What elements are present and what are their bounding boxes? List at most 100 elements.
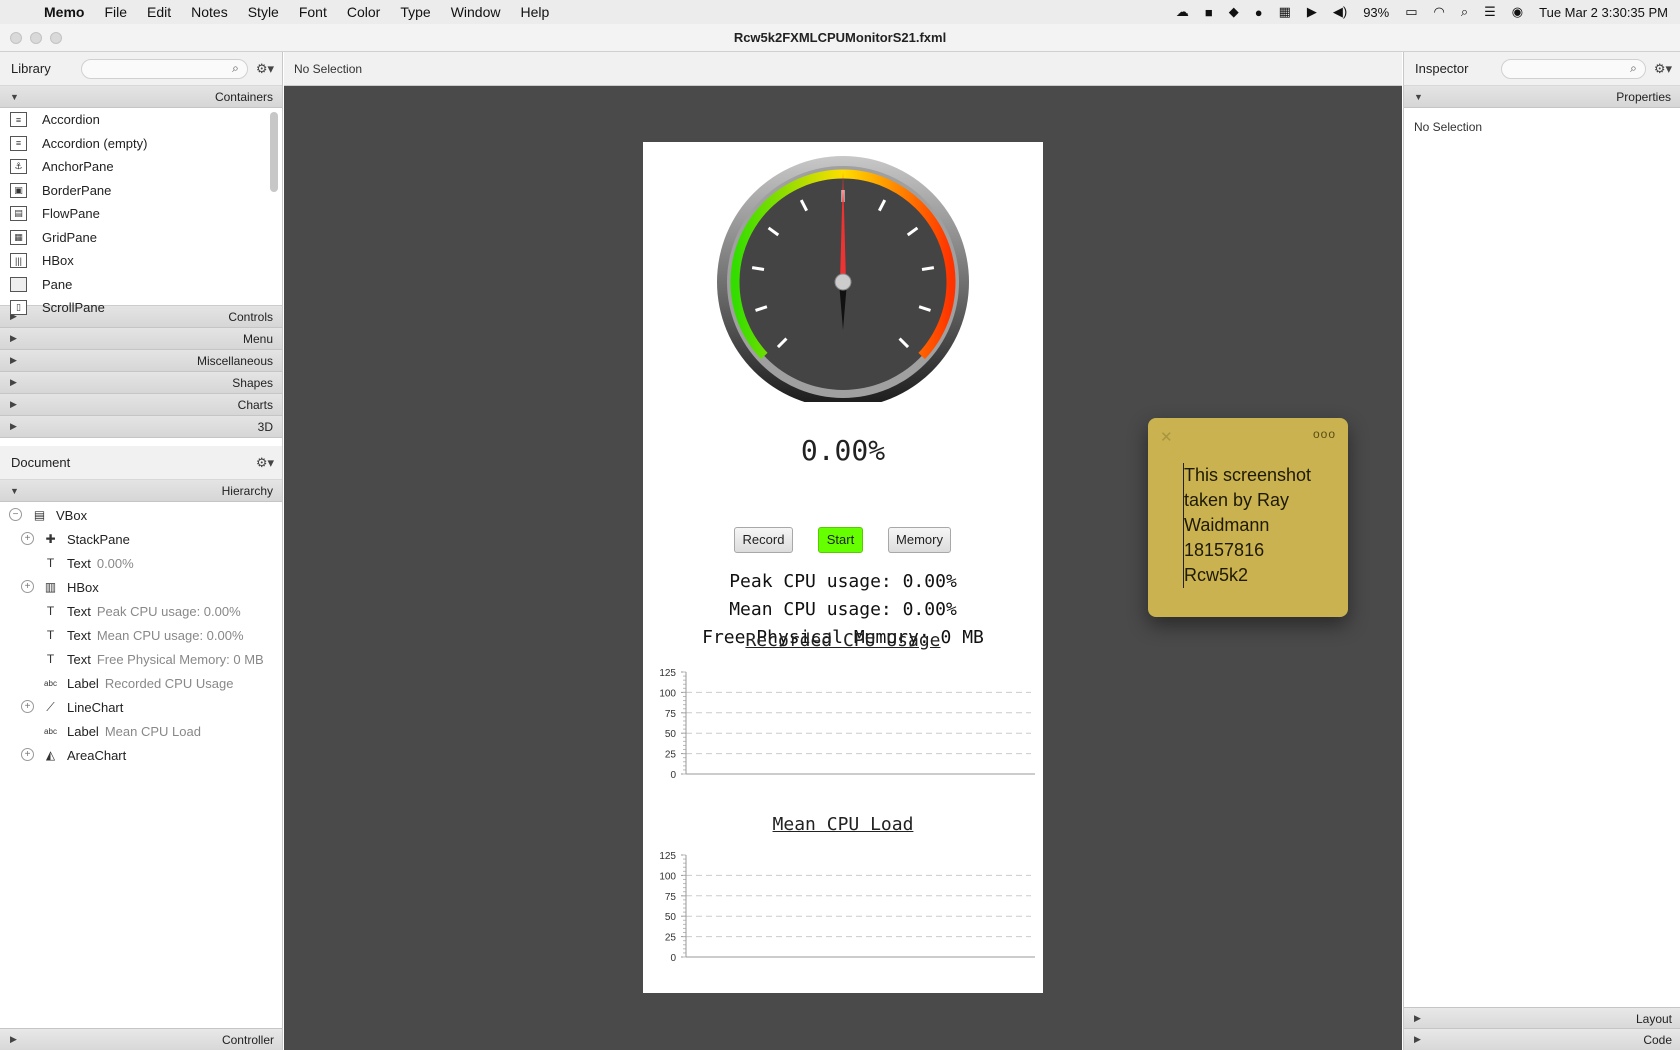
leaf-icon[interactable]: ◆ [1229,4,1239,20]
memory-button[interactable]: Memory [888,527,951,553]
menu-help[interactable]: Help [510,0,559,24]
tree-item-text[interactable]: T Text Peak CPU usage: 0.00% [0,599,282,623]
layout-icon[interactable]: ▦ [1279,4,1291,20]
library-scrollbar[interactable] [270,112,278,192]
minimize-window-button[interactable] [30,32,42,44]
tree-item-linechart[interactable]: + ⟋ LineChart [0,695,282,719]
inspector-title: Inspector [1415,61,1469,76]
window-title: Rcw5k2FXMLCPUMonitorS21.fxml [733,30,947,45]
window-titlebar: Rcw5k2FXMLCPUMonitorS21.fxml [0,24,1680,52]
collapse-icon[interactable]: − [9,508,22,521]
text-icon: T [46,652,55,666]
tree-item-stackpane[interactable]: + ✚ StackPane [0,527,282,551]
record-button[interactable]: Record [734,527,793,553]
zoom-window-button[interactable] [50,32,62,44]
y-tick-label: 50 [665,729,677,740]
status-area: ☁ ■ ◆ ● ▦ ▶ ◀) 93% ▭ ◠ ⌕ ☰ ◉ Tue Mar 2 3… [1168,0,1680,24]
menu-window[interactable]: Window [441,0,511,24]
close-window-button[interactable] [10,32,22,44]
spotlight-icon[interactable]: ⌕ [1461,4,1468,20]
expand-icon[interactable]: + [21,580,34,593]
play-icon[interactable]: ▶ [1307,4,1317,20]
controller-section[interactable]: ▶ Controller [0,1028,282,1050]
battery-percent: 93% [1363,4,1390,20]
start-button[interactable]: Start [818,527,863,553]
expand-icon[interactable]: + [21,700,34,713]
more-icon[interactable]: ooo [1313,427,1336,441]
menu-type[interactable]: Type [390,0,440,24]
section-properties[interactable]: ▼ Properties [1404,86,1680,108]
hat-icon[interactable]: ● [1255,5,1263,20]
design-surface[interactable]: 0.00% Record Start Memory Peak CPU usage… [643,142,1043,993]
border-pane-icon: ▣ [10,182,27,198]
library-item-gridpane[interactable]: ▦ GridPane [0,226,282,250]
section-containers[interactable]: ▼ Containers [0,86,282,108]
wifi-icon[interactable]: ◠ [1434,4,1445,20]
note-text[interactable]: This screenshot taken by Ray Waidmann 18… [1183,463,1333,588]
app-menu[interactable]: Memo [34,0,94,24]
library-item-accordion-empty[interactable]: ≡ Accordion (empty) [0,132,282,156]
library-item-hbox[interactable]: ||| HBox [0,249,282,273]
expand-icon[interactable]: + [21,748,34,761]
section-shapes[interactable]: ▶ Shapes [0,372,282,394]
section-menu[interactable]: ▶ Menu [0,328,282,350]
triangle-right-icon: ▶ [10,377,17,387]
cloud-icon[interactable]: ☁ [1176,4,1189,20]
anchor-icon: ⚓ [10,159,27,175]
library-item-pane[interactable]: Pane [0,273,282,297]
tree-item-text[interactable]: T Text Mean CPU usage: 0.00% [0,623,282,647]
mean-cpu-area-chart[interactable]: 125 100 75 50 25 0 [643,845,1043,985]
tree-item-label[interactable]: abc Label Mean CPU Load [0,719,282,743]
menu-font[interactable]: Font [289,0,337,24]
section-miscellaneous[interactable]: ▶ Miscellaneous [0,350,282,372]
tree-item-areachart[interactable]: + ◭ AreaChart [0,743,282,767]
menu-edit[interactable]: Edit [137,0,181,24]
library-header: Library ⌕ ⚙▾ [0,52,282,86]
library-item-anchorpane[interactable]: ⚓ AnchorPane [0,155,282,179]
control-center-icon[interactable]: ☰ [1484,4,1496,20]
section-hierarchy[interactable]: ▼ Hierarchy [0,480,282,502]
tree-item-label[interactable]: abc Label Recorded CPU Usage [0,671,282,695]
sticky-note[interactable]: ✕ ooo This screenshot taken by Ray Waidm… [1148,418,1348,617]
tree-item-text[interactable]: T Text 0.00% [0,551,282,575]
apple-icon[interactable] [0,0,34,24]
expand-icon[interactable]: + [21,532,34,545]
library-gear-icon[interactable]: ⚙▾ [256,61,274,77]
section-code[interactable]: ▶ Code [1404,1028,1680,1050]
section-layout[interactable]: ▶ Layout [1404,1007,1680,1029]
cpu-percent-readout: 0.00% [800,434,886,467]
document-gear-icon[interactable]: ⚙▾ [256,455,274,471]
y-tick-label: 100 [659,871,676,882]
menu-style[interactable]: Style [238,0,289,24]
library-item-scrollpane[interactable]: ▯ ScrollPane [0,296,282,320]
volume-icon[interactable]: ◀) [1333,4,1347,20]
hierarchy-tree: − ▤ VBox + ✚ StackPane T Text 0.00% + ▥ HBox … [0,502,282,767]
tree-item-hbox[interactable]: + ▥ HBox [0,575,282,599]
library-item-accordion[interactable]: ≡ Accordion [0,108,282,132]
cpu-gauge[interactable] [643,142,1043,402]
triangle-down-icon: ▼ [10,91,19,102]
tree-item-text[interactable]: T Text Free Physical Memory: 0 MB [0,647,282,671]
siri-icon[interactable]: ◉ [1512,4,1523,20]
accordion-icon: ≡ [10,135,27,151]
menu-notes[interactable]: Notes [181,0,238,24]
inspector-search-input[interactable]: ⌕ [1501,58,1646,79]
recorded-cpu-line-chart[interactable]: 125 100 75 50 25 0 [643,662,1043,802]
label-icon: abc [44,678,57,688]
clock[interactable]: Tue Mar 2 3:30:35 PM [1539,5,1668,20]
text-icon: T [46,604,55,618]
section-charts[interactable]: ▶ Charts [0,394,282,416]
library-search-input[interactable]: ⌕ [81,58,248,79]
left-panel: Library ⌕ ⚙▾ ▼ Containers ≡ Accordion ≡ Acc… [0,52,283,1050]
close-icon[interactable]: ✕ [1160,428,1173,446]
selection-bar: No Selection [284,52,1402,86]
section-3d[interactable]: ▶ 3D [0,416,282,438]
library-item-borderpane[interactable]: ▣ BorderPane [0,179,282,203]
inspector-gear-icon[interactable]: ⚙▾ [1654,61,1672,77]
library-item-flowpane[interactable]: ▤ FlowPane [0,202,282,226]
menu-color[interactable]: Color [337,0,390,24]
tree-item-vbox[interactable]: − ▤ VBox [0,503,282,527]
video-icon[interactable]: ■ [1205,5,1213,20]
battery-icon[interactable]: ▭ [1405,4,1417,20]
menu-file[interactable]: File [94,0,137,24]
